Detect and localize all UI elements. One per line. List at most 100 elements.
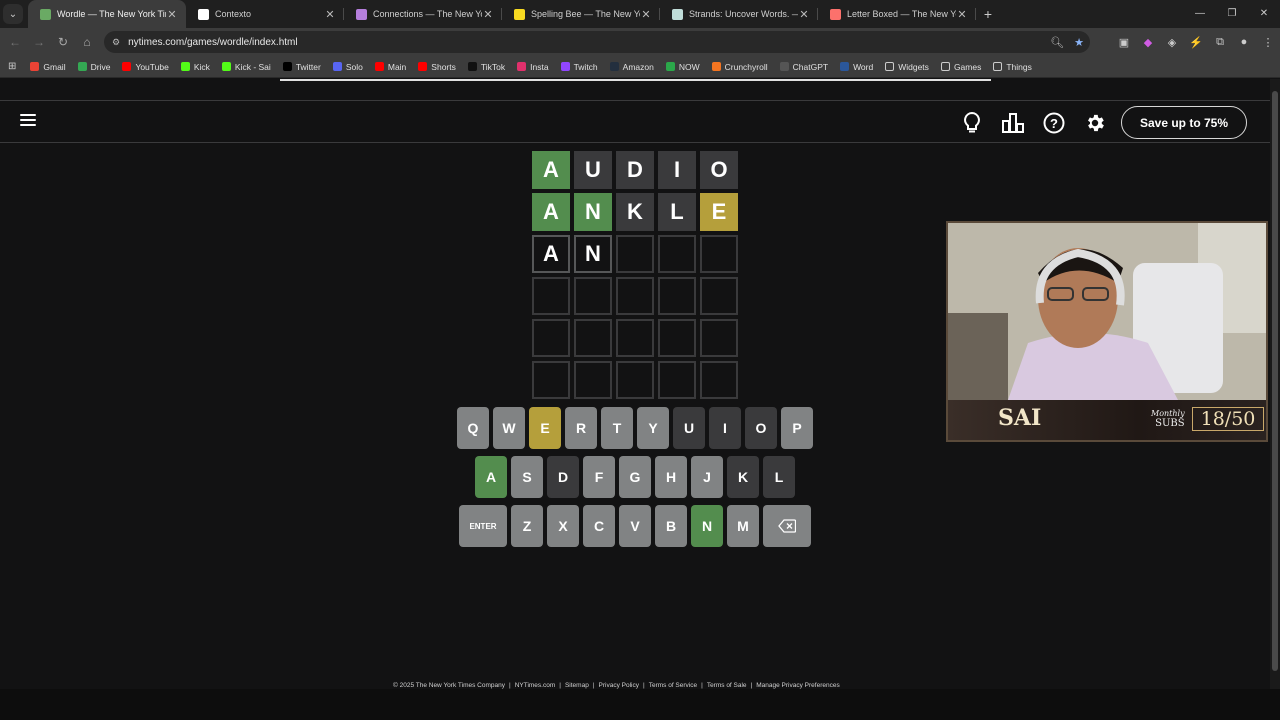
letter-tile — [574, 319, 612, 357]
bookmark-item[interactable]: Crunchyroll — [711, 62, 768, 72]
keyboard-key[interactable]: O — [745, 407, 777, 449]
browser-tab[interactable]: Spelling Bee — The New York T✕ — [502, 0, 660, 28]
keyboard-key[interactable]: N — [691, 505, 723, 547]
keyboard-key[interactable]: H — [655, 456, 687, 498]
hint-bulb-icon[interactable] — [958, 109, 986, 137]
bookmark-item[interactable]: YouTube — [122, 62, 169, 72]
menu-icon[interactable] — [20, 114, 36, 128]
keyboard-key[interactable]: Q — [457, 407, 489, 449]
keyboard-key[interactable]: Z — [511, 505, 543, 547]
bookmark-item[interactable]: Drive — [77, 62, 110, 72]
tab-search-icon[interactable]: ⌄ — [3, 4, 23, 24]
footer-link[interactable]: © 2025 The New York Times Company — [393, 682, 505, 689]
letter-tile: L — [658, 193, 696, 231]
bookmark-item[interactable]: ChatGPT — [779, 62, 828, 72]
enter-key[interactable]: ENTER — [459, 505, 507, 547]
keyboard-key[interactable]: G — [619, 456, 651, 498]
home-icon[interactable]: ⌂ — [75, 35, 99, 49]
keyboard-key[interactable]: I — [709, 407, 741, 449]
footer-link[interactable]: Terms of Sale — [707, 682, 747, 689]
keyboard-key[interactable]: X — [547, 505, 579, 547]
bookmark-item[interactable]: Kick — [180, 62, 210, 72]
footer-link[interactable]: Terms of Service — [649, 682, 697, 689]
keyboard-key[interactable]: Y — [637, 407, 669, 449]
keyboard-key[interactable]: B — [655, 505, 687, 547]
bookmark-item[interactable]: Widgets — [885, 62, 929, 72]
keyboard-key[interactable]: S — [511, 456, 543, 498]
bookmark-item[interactable]: Amazon — [609, 62, 654, 72]
maximize-icon[interactable]: ❐ — [1216, 0, 1248, 28]
close-tab-icon[interactable]: ✕ — [640, 8, 652, 21]
forward-icon[interactable]: → — [27, 35, 51, 49]
bookmark-item[interactable]: Twitch — [560, 62, 598, 72]
close-tab-icon[interactable]: ✕ — [798, 8, 810, 21]
bookmark-item[interactable]: Gmail — [30, 62, 66, 72]
close-tab-icon[interactable]: ✕ — [166, 8, 178, 21]
extensions-puzzle-icon[interactable]: ⧉ — [1208, 36, 1232, 49]
browser-menu-icon[interactable]: ⋮ — [1256, 36, 1280, 49]
extension-icon[interactable]: ◆ — [1136, 36, 1160, 49]
back-icon[interactable]: ← — [3, 35, 27, 49]
extension-icon[interactable]: ◈ — [1160, 36, 1184, 49]
bookmark-item[interactable]: Kick - Sai — [221, 62, 271, 72]
zoom-icon[interactable]: 🔍︎ — [1050, 36, 1064, 49]
address-bar[interactable]: ⚙ nytimes.com/games/wordle/index.html 🔍︎… — [104, 31, 1090, 53]
stats-icon[interactable] — [999, 109, 1027, 137]
new-tab-icon[interactable]: + — [976, 6, 1000, 22]
keyboard-key[interactable]: F — [583, 456, 615, 498]
close-tab-icon[interactable]: ✕ — [956, 8, 968, 21]
footer-link[interactable]: Privacy Policy — [599, 682, 639, 689]
keyboard-key[interactable]: A — [475, 456, 507, 498]
keyboard-key[interactable]: W — [493, 407, 525, 449]
scrollbar-thumb[interactable] — [1272, 91, 1278, 671]
bookmark-item[interactable]: TikTok — [467, 62, 505, 72]
footer-link[interactable]: Sitemap — [565, 682, 589, 689]
keyboard-key[interactable]: L — [763, 456, 795, 498]
page-scrollbar[interactable] — [1270, 79, 1280, 689]
bookmark-item[interactable]: Games — [940, 62, 981, 72]
extension-icon[interactable]: ▣ — [1112, 36, 1136, 49]
footer-link[interactable]: Manage Privacy Preferences — [756, 682, 839, 689]
keyboard-key[interactable]: K — [727, 456, 759, 498]
extension-icon[interactable]: ⚡ — [1184, 36, 1208, 49]
settings-gear-icon[interactable] — [1081, 109, 1109, 137]
bookmark-item[interactable]: Main — [374, 62, 406, 72]
bookmark-item[interactable]: Things — [993, 62, 1032, 72]
profile-avatar-icon[interactable]: ● — [1232, 36, 1256, 48]
keyboard-key[interactable]: P — [781, 407, 813, 449]
browser-tab[interactable]: Letter Boxed — The New York T✕ — [818, 0, 976, 28]
close-tab-icon[interactable]: ✕ — [324, 8, 336, 21]
keyboard-key[interactable]: M — [727, 505, 759, 547]
subscribe-save-button[interactable]: Save up to 75% — [1121, 106, 1247, 139]
bookmark-item[interactable]: NOW — [665, 62, 700, 72]
keyboard-key[interactable]: T — [601, 407, 633, 449]
bookmark-item[interactable]: Solo — [332, 62, 363, 72]
bookmark-item[interactable]: Twitter — [282, 62, 321, 72]
keyboard-key[interactable]: R — [565, 407, 597, 449]
keyboard-key[interactable]: V — [619, 505, 651, 547]
footer-link[interactable]: NYTimes.com — [515, 682, 556, 689]
minimize-icon[interactable]: — — [1184, 0, 1216, 28]
help-icon[interactable]: ? — [1040, 109, 1068, 137]
browser-tab[interactable]: Strands: Uncover Words. — The✕ — [660, 0, 818, 28]
apps-grid-icon[interactable]: ⊞ — [8, 61, 16, 72]
bookmark-item[interactable]: Shorts — [418, 62, 456, 72]
close-tab-icon[interactable]: ✕ — [482, 8, 494, 21]
reload-icon[interactable]: ↻ — [51, 35, 75, 49]
keyboard-key[interactable]: U — [673, 407, 705, 449]
backspace-key[interactable] — [763, 505, 811, 547]
browser-tab[interactable]: Connections — The New York T✕ — [344, 0, 502, 28]
site-info-icon[interactable]: ⚙ — [112, 37, 120, 48]
keyboard-key[interactable]: C — [583, 505, 615, 547]
bookmark-star-icon[interactable]: ★ — [1074, 36, 1084, 49]
bookmark-item[interactable]: Insta — [517, 62, 549, 72]
browser-tab[interactable]: Contexto ✕ — [186, 0, 344, 28]
folder-icon — [885, 62, 895, 71]
keyboard-key[interactable]: J — [691, 456, 723, 498]
keyboard-key[interactable]: E — [529, 407, 561, 449]
game-header: ? Save up to 75% — [0, 100, 1270, 143]
browser-tab[interactable]: Wordle — The New York Times✕ — [28, 0, 186, 28]
bookmark-item[interactable]: Word — [840, 62, 873, 72]
keyboard-key[interactable]: D — [547, 456, 579, 498]
close-window-icon[interactable]: ✕ — [1248, 0, 1280, 28]
